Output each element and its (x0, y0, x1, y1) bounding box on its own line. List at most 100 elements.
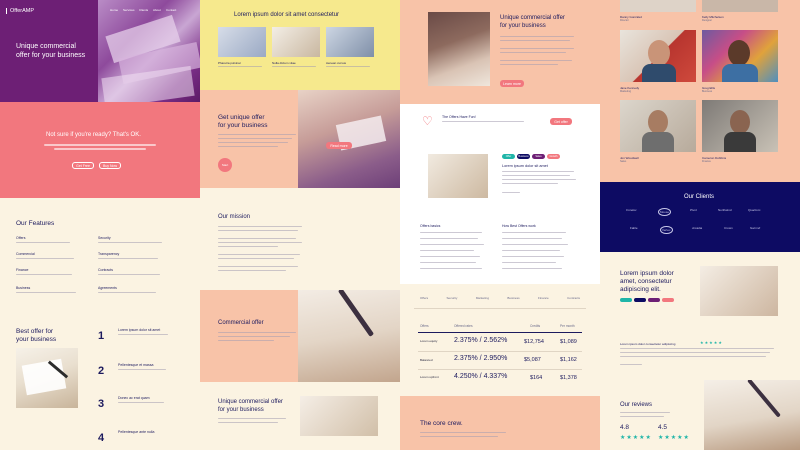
commercial-section: Commercial offer (200, 290, 400, 382)
step-number: 4 (98, 432, 105, 444)
clients-title: Our Clients (684, 194, 715, 200)
table-cell: $5,087 (524, 357, 541, 363)
table-cell: $1,378 (560, 375, 577, 381)
rating-stars-icon: ★★★★★ (700, 340, 723, 345)
card-caption: Pharetra pulvinar (218, 61, 241, 65)
signing-photo (16, 348, 78, 408)
tab-security[interactable]: Security (447, 296, 458, 304)
tab-offers[interactable]: Offers (420, 296, 428, 304)
core-crew-section: The core crew. (400, 396, 600, 450)
buy-now-button[interactable]: Buy Now (99, 162, 121, 169)
client-logo: Summit (750, 226, 761, 230)
clients-section: Our Clients Coretex Moose Pivot Northwin… (600, 182, 800, 252)
desk-photo (300, 396, 378, 436)
core-crew-title: The core crew. (420, 420, 463, 427)
column-2: Lorem ipsum dolor sit amet consectetur P… (200, 0, 400, 450)
tag-chip[interactable]: Growth (547, 154, 560, 159)
start-button[interactable]: Start (218, 158, 232, 172)
client-logo: Pivot (690, 208, 697, 212)
member-role: Business (702, 90, 713, 93)
tag-chip[interactable]: Business (517, 154, 530, 159)
card-caption: Nulla dictum vitae (272, 61, 296, 65)
box-title: The Offers Have Fun! (442, 115, 476, 119)
reviews-title: Our reviews (620, 402, 653, 408)
quote-text: Lorem ipsum dolor consectetur adipiscing (620, 342, 676, 346)
team-photo (620, 0, 696, 12)
table-cell: Balanced (420, 358, 433, 362)
tab-business[interactable]: Business (507, 296, 519, 304)
column-3: Unique commercial offer for your busines… (400, 0, 600, 450)
hero3-title: Unique commercial offer for your busines… (500, 15, 565, 29)
nav-item[interactable]: Contact (166, 8, 176, 12)
member-role: Director (620, 19, 629, 22)
team-photo (620, 30, 696, 82)
feature-item: Commercial (16, 252, 35, 256)
reviews-section: Our reviews 4.8 4.5 ★★★★★ ★★★★★ (600, 380, 800, 450)
unique-offer-title: Unique commercial offer for your busines… (218, 399, 283, 413)
list-heading: How Best Offers work (502, 224, 536, 228)
table-cell: $1,162 (560, 357, 577, 363)
tag-chip[interactable] (634, 298, 646, 302)
client-logo: Northwind (718, 208, 732, 212)
rating-value: 4.5 (658, 424, 668, 431)
best-offer-title: Best offer for your business (16, 328, 57, 343)
table-cell: 2.375% / 2.562% (454, 337, 508, 344)
heart-icon: ♡ (422, 114, 433, 128)
rating-stars-icon: ★★★★★ (658, 435, 690, 441)
step-title: Donec ac erat quam (118, 396, 150, 400)
nav-item[interactable]: Clients (139, 8, 148, 12)
pen-paper-photo (700, 266, 778, 316)
tag-chip[interactable] (662, 298, 674, 302)
card-caption: Aenean cursus (326, 61, 347, 65)
team-photo (620, 100, 696, 152)
rating-stars-icon: ★★★★★ (620, 435, 652, 441)
table-cell: $164 (530, 375, 543, 381)
nav-item[interactable]: Services (123, 8, 135, 12)
get-free-button[interactable]: Get Free (72, 162, 94, 169)
hero-title: Unique commercial offer for your busines… (16, 43, 86, 59)
tab-marketing[interactable]: Marketing (476, 296, 489, 304)
nav-item[interactable]: Home (110, 8, 118, 12)
table-header: Offers (420, 324, 429, 328)
step-number: 1 (98, 330, 105, 342)
writing-hand-photo (704, 380, 800, 450)
learn-more-button[interactable]: Learn more (500, 80, 524, 87)
mission-section: Our mission (200, 188, 400, 290)
member-role: Finance (702, 160, 711, 163)
list-heading: Offers basics (420, 224, 441, 228)
tag-chip[interactable]: Sales (532, 154, 545, 159)
tag-chip[interactable] (620, 298, 632, 302)
step-title: Pellentesque et massa (118, 363, 154, 367)
column-4: Danny Gonzalez Director Kelly Mitchelson… (600, 0, 800, 450)
table-header: Offered rates (454, 324, 473, 328)
nav-item[interactable]: About (153, 8, 161, 12)
get-offer-title: Get unique offer for your business (218, 114, 268, 129)
team-section: Danny Gonzalez Director Kelly Mitchelson… (600, 0, 800, 182)
team-photo (702, 0, 778, 12)
article-title: Lorem ipsum dolor sit amet (502, 164, 548, 168)
get-offer-button[interactable]: Get offer (550, 118, 572, 125)
team-photo (702, 100, 778, 152)
feature-item: Transparency (98, 252, 120, 256)
member-role: Sales (620, 160, 627, 163)
lorem-title: Lorem ipsum dolor amet, consectetur adip… (620, 270, 674, 293)
tag-chip[interactable] (648, 298, 660, 302)
client-logo: Coretex (626, 208, 637, 212)
pen-writing-photo (298, 290, 400, 382)
table-header: Per month (560, 324, 575, 328)
tab-contracts[interactable]: Contracts (567, 296, 580, 304)
lorem-section: Lorem ipsum dolor amet, consectetur adip… (600, 252, 800, 380)
features-title: Our Features (16, 220, 55, 227)
features-section: Our Features Offers Security Commercial … (0, 198, 200, 316)
table-cell: $12,754 (524, 339, 544, 345)
hands-paper-photo (428, 154, 488, 198)
tag-chip[interactable]: Offer (502, 154, 515, 159)
pricing-section: Offers Security Marketing Business Finan… (400, 284, 600, 396)
tab-finance[interactable]: Finance (538, 296, 549, 304)
feature-item: Security (98, 236, 111, 240)
brand-logo[interactable]: OfferAMP (6, 8, 34, 14)
get-offer-section: Get unique offer for your business Start… (200, 90, 400, 188)
read-more-button[interactable]: Read more (326, 142, 352, 149)
signing-desk-photo (428, 12, 490, 86)
card-image (218, 27, 266, 57)
